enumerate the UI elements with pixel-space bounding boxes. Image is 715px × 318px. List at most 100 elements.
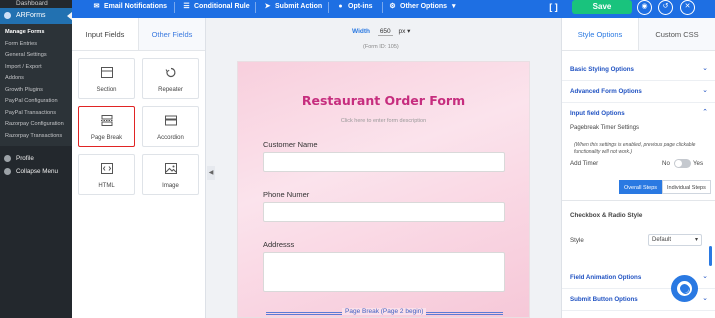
conditional-rule-label: Conditional Rule bbox=[194, 3, 250, 10]
width-input[interactable]: 650 bbox=[377, 28, 393, 36]
tile-section-label: Section bbox=[96, 87, 117, 93]
field-palette: Input Fields Other Fields Section Repeat… bbox=[72, 18, 206, 318]
section-basic-styling[interactable]: Basic Styling Options ⌄ bbox=[562, 59, 715, 81]
menu-dashboard[interactable]: Dashboard bbox=[0, 0, 72, 8]
timer-no-label: No bbox=[662, 160, 670, 167]
rule-icon: ☰ bbox=[183, 3, 190, 10]
bracket-icon[interactable]: [ ] bbox=[548, 1, 559, 13]
chevron-down-icon: ⌄ bbox=[702, 295, 708, 302]
tile-accordion[interactable]: Accordion bbox=[142, 106, 199, 147]
section-input-field[interactable]: Input field Options ⌃ bbox=[562, 103, 715, 125]
submenu-import-export[interactable]: Import / Export bbox=[0, 62, 72, 74]
menu-arforms[interactable]: ARForms bbox=[0, 8, 72, 24]
tab-other-fields[interactable]: Other Fields bbox=[139, 18, 205, 50]
tile-repeater-label: Repeater bbox=[158, 87, 183, 93]
overall-steps-button[interactable]: Overall Steps bbox=[619, 180, 663, 194]
form-description[interactable]: Click here to enter form description bbox=[238, 118, 529, 124]
width-unit-select[interactable]: px bbox=[398, 28, 405, 35]
toolbar-divider bbox=[255, 2, 256, 13]
tab-input-fields[interactable]: Input Fields bbox=[72, 18, 139, 50]
submit-action-label: Submit Action bbox=[275, 3, 323, 10]
repeat-icon bbox=[165, 67, 175, 78]
section-advanced-form[interactable]: Advanced Form Options ⌄ bbox=[562, 81, 715, 103]
other-options-button[interactable]: ⚙ Other Options ▾ bbox=[388, 0, 455, 14]
width-label: Width bbox=[352, 28, 370, 35]
conditional-rule-button[interactable]: ☰ Conditional Rule bbox=[182, 0, 250, 14]
menu-arforms-label: ARForms bbox=[16, 12, 46, 19]
tile-repeater[interactable]: Repeater bbox=[142, 58, 199, 99]
close-icon[interactable]: ✕ bbox=[680, 0, 695, 15]
image-icon bbox=[164, 163, 177, 174]
email-notifications-label: Email Notifications bbox=[104, 3, 168, 10]
submenu-razorpay-configuration[interactable]: Razorpay Configuration bbox=[0, 119, 72, 131]
menu-collapse[interactable]: Collapse Menu bbox=[0, 165, 72, 178]
wp-admin-sidebar: Dashboard ARForms Manage Forms Form Entr… bbox=[0, 0, 72, 318]
gear-icon: ⚙ bbox=[389, 3, 396, 10]
section-field-animation-label: Field Animation Options bbox=[570, 274, 642, 281]
style-tabs: Style Options Custom CSS bbox=[562, 18, 715, 51]
panel-divider bbox=[562, 200, 715, 201]
chevron-down-icon: ⌄ bbox=[702, 65, 708, 72]
tab-style-options[interactable]: Style Options bbox=[562, 18, 639, 50]
tile-html[interactable]: HTML bbox=[78, 154, 135, 195]
help-lifebuoy-icon[interactable] bbox=[671, 275, 698, 302]
style-label: Style bbox=[570, 237, 584, 244]
pagebreak-timer-note: (When this settings is enabled, previous… bbox=[574, 142, 696, 155]
submenu-addons[interactable]: Addons bbox=[0, 73, 72, 85]
tile-image[interactable]: Image bbox=[142, 154, 199, 195]
menu-profile[interactable]: Profile bbox=[0, 152, 72, 165]
code-icon bbox=[100, 163, 113, 174]
collapse-panel-icon[interactable]: ◀ bbox=[207, 166, 215, 180]
submit-action-button[interactable]: ➤ Submit Action bbox=[263, 0, 323, 14]
panel-scrollbar[interactable] bbox=[709, 246, 712, 266]
checkbox-radio-heading: Checkbox & Radio Style bbox=[570, 212, 643, 219]
width-control: Width 650 px ▾ bbox=[352, 27, 410, 36]
submenu-paypal-configuration[interactable]: PayPal Configuration bbox=[0, 96, 72, 108]
submenu-general-settings[interactable]: General Settings bbox=[0, 50, 72, 62]
tab-custom-css[interactable]: Custom CSS bbox=[639, 18, 715, 50]
tile-section[interactable]: Section bbox=[78, 58, 135, 99]
arforms-submenu: Manage Forms Form Entries General Settin… bbox=[0, 24, 72, 146]
tile-accordion-label: Accordion bbox=[157, 135, 184, 141]
submenu-form-entries[interactable]: Form Entries bbox=[0, 39, 72, 51]
chevron-down-icon: ⌄ bbox=[702, 273, 708, 280]
arforms-icon bbox=[4, 12, 11, 19]
add-timer-toggle[interactable] bbox=[674, 159, 691, 168]
tile-image-label: Image bbox=[162, 183, 179, 189]
save-button[interactable]: Save bbox=[572, 0, 632, 14]
phone-input[interactable] bbox=[263, 202, 505, 222]
style-select[interactable]: Default ▾ bbox=[648, 234, 702, 246]
chevron-down-icon: ▾ bbox=[694, 237, 698, 243]
individual-steps-button[interactable]: Individual Steps bbox=[662, 180, 711, 194]
form-canvas: Width 650 px ▾ (Form ID: 105) Restaurant… bbox=[207, 18, 561, 318]
form-title[interactable]: Restaurant Order Form bbox=[238, 93, 529, 108]
chevron-down-icon: ⌄ bbox=[702, 87, 708, 94]
opt-in-icon: ● bbox=[338, 3, 343, 10]
pagebreak-timer-heading: Pagebreak Timer Settings bbox=[570, 125, 640, 131]
page-break-icon bbox=[100, 115, 113, 126]
submenu-razorpay-transactions[interactable]: Razorpay Transactions bbox=[0, 131, 72, 143]
customer-name-input[interactable] bbox=[263, 152, 505, 172]
steps-toggle: Overall Steps Individual Steps bbox=[619, 180, 711, 194]
reset-icon[interactable]: ↺ bbox=[658, 0, 673, 15]
tile-page-break[interactable]: Page Break bbox=[78, 106, 135, 147]
field-tabs: Input Fields Other Fields bbox=[72, 18, 205, 51]
submenu-growth-plugins[interactable]: Growth Plugins bbox=[0, 85, 72, 97]
field-label-customer-name: Customer Name bbox=[263, 140, 318, 149]
toolbar-divider bbox=[174, 2, 175, 13]
submenu-paypal-transactions[interactable]: PayPal Transactions bbox=[0, 108, 72, 120]
section-input-field-label: Input field Options bbox=[570, 110, 625, 117]
opt-ins-button[interactable]: ● Opt-ins bbox=[336, 0, 372, 14]
email-notifications-button[interactable]: ✉ Email Notifications bbox=[92, 0, 167, 14]
section-basic-styling-label: Basic Styling Options bbox=[570, 66, 634, 73]
section-advanced-form-label: Advanced Form Options bbox=[570, 88, 642, 95]
accordion-icon bbox=[164, 115, 177, 126]
form-id: (Form ID: 105) bbox=[363, 44, 399, 50]
preview-eye-icon[interactable]: ◉ bbox=[637, 0, 652, 15]
collapse-icon bbox=[4, 168, 11, 175]
section-submit-button-label: Submit Button Options bbox=[570, 296, 638, 303]
address-textarea[interactable] bbox=[263, 252, 505, 292]
tile-html-label: HTML bbox=[98, 183, 115, 189]
chevron-down-icon: ▾ bbox=[407, 28, 411, 35]
submenu-manage-forms[interactable]: Manage Forms bbox=[0, 27, 72, 39]
